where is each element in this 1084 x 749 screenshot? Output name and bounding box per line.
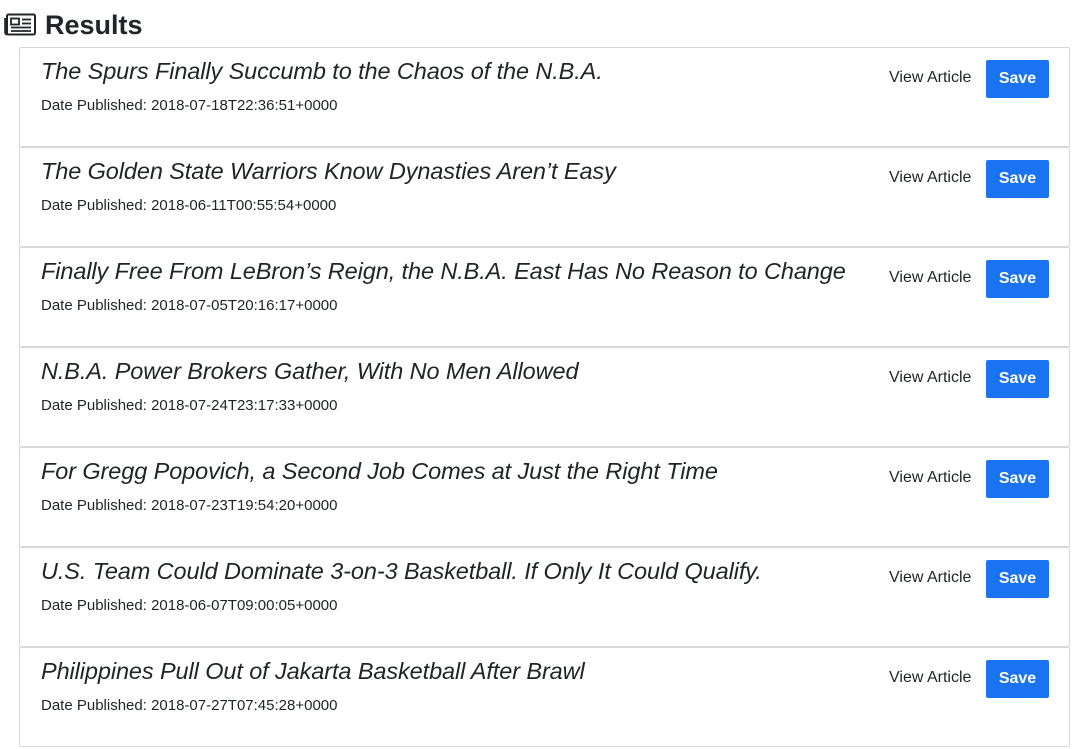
article-date: Date Published: 2018-07-27T07:45:28+0000 (41, 697, 338, 714)
article-date: Date Published: 2018-06-11T00:55:54+0000 (41, 197, 337, 214)
save-button[interactable]: Save (986, 160, 1049, 198)
save-button[interactable]: Save (986, 360, 1049, 398)
article-card: The Spurs Finally Succumb to the Chaos o… (19, 47, 1070, 147)
save-button[interactable]: Save (986, 60, 1049, 98)
article-card: The Golden State Warriors Know Dynasties… (19, 147, 1070, 247)
results-list: The Spurs Finally Succumb to the Chaos o… (19, 47, 1070, 747)
results-header: Results (4, 5, 143, 45)
save-button[interactable]: Save (986, 560, 1049, 598)
view-article-link[interactable]: View Article (889, 669, 971, 687)
article-headline: N.B.A. Power Brokers Gather, With No Men… (41, 358, 579, 384)
article-card: For Gregg Popovich, a Second Job Comes a… (19, 447, 1070, 547)
article-headline: U.S. Team Could Dominate 3-on-3 Basketba… (41, 558, 762, 584)
article-headline: For Gregg Popovich, a Second Job Comes a… (41, 458, 718, 484)
view-article-link[interactable]: View Article (889, 369, 971, 387)
save-button[interactable]: Save (986, 660, 1049, 698)
article-card: U.S. Team Could Dominate 3-on-3 Basketba… (19, 547, 1070, 647)
view-article-link[interactable]: View Article (889, 269, 971, 287)
page-title: Results (45, 9, 143, 40)
view-article-link[interactable]: View Article (889, 169, 971, 187)
article-date: Date Published: 2018-06-07T09:00:05+0000 (41, 597, 338, 614)
view-article-link[interactable]: View Article (889, 69, 971, 87)
article-headline: Finally Free From LeBron’s Reign, the N.… (41, 258, 846, 284)
article-card: Finally Free From LeBron’s Reign, the N.… (19, 247, 1070, 347)
save-button[interactable]: Save (986, 260, 1049, 298)
article-headline: The Golden State Warriors Know Dynasties… (41, 158, 616, 184)
article-headline: The Spurs Finally Succumb to the Chaos o… (41, 58, 603, 84)
article-date: Date Published: 2018-07-18T22:36:51+0000 (41, 97, 338, 114)
article-date: Date Published: 2018-07-24T23:17:33+0000 (41, 397, 338, 414)
article-card: N.B.A. Power Brokers Gather, With No Men… (19, 347, 1070, 447)
save-button[interactable]: Save (986, 460, 1049, 498)
view-article-link[interactable]: View Article (889, 569, 971, 587)
view-article-link[interactable]: View Article (889, 469, 971, 487)
article-headline: Philippines Pull Out of Jakarta Basketba… (41, 658, 585, 684)
newspaper-icon (4, 13, 37, 37)
article-card: Philippines Pull Out of Jakarta Basketba… (19, 647, 1070, 747)
article-date: Date Published: 2018-07-23T19:54:20+0000 (41, 497, 338, 514)
article-date: Date Published: 2018-07-05T20:16:17+0000 (41, 297, 338, 314)
